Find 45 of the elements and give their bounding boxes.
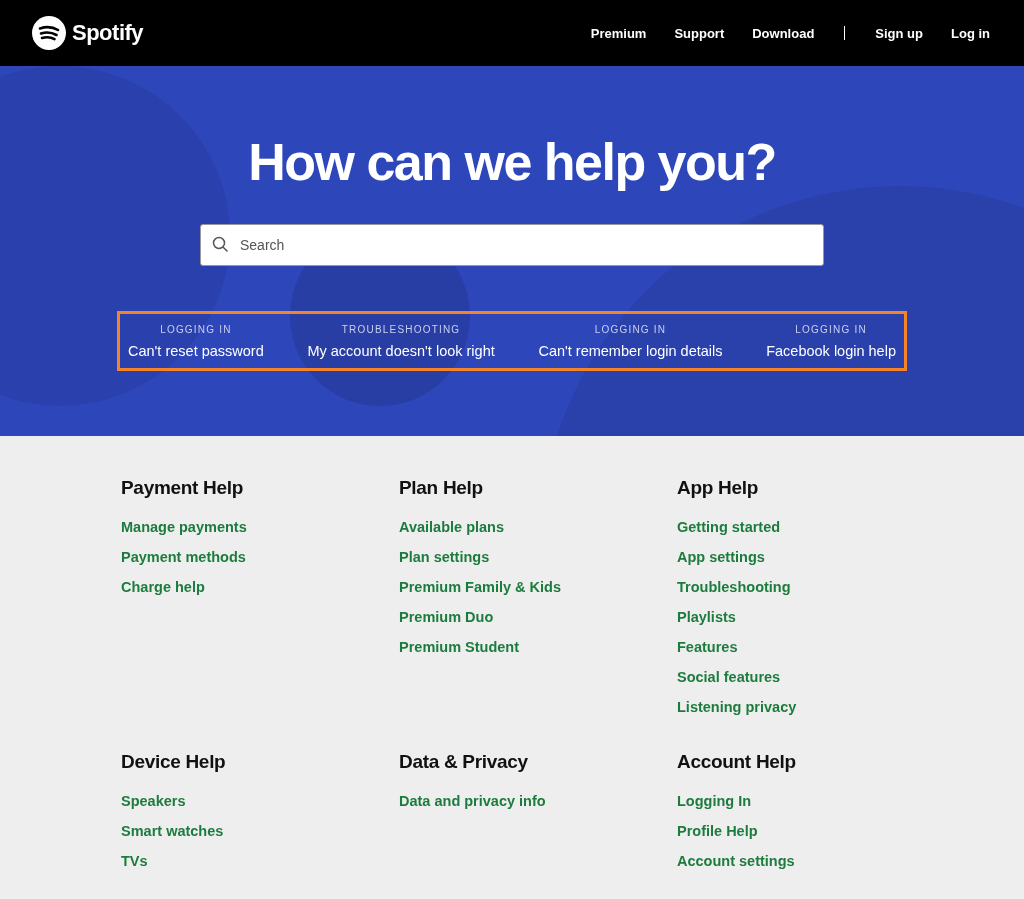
topic-category: TROUBLESHOOTING <box>341 323 461 335</box>
topic-category: LOGGING IN <box>594 323 667 335</box>
nav-link[interactable]: Support <box>674 25 725 41</box>
help-link[interactable]: Playlists <box>677 608 955 626</box>
topic-category: LOGGING IN <box>795 323 867 335</box>
account-link[interactable]: Log in <box>951 25 990 41</box>
help-link[interactable]: Listening privacy <box>677 698 955 716</box>
help-link[interactable]: Plan settings <box>399 548 677 566</box>
help-link[interactable]: Account settings <box>677 852 955 870</box>
topic-category: LOGGING IN <box>160 323 232 335</box>
section-heading: Device Help <box>121 750 227 774</box>
section-heading: Plan Help <box>399 476 484 500</box>
help-link[interactable]: App settings <box>677 548 955 566</box>
search-field[interactable]: Search <box>200 224 824 266</box>
help-link[interactable]: Premium Family & Kids <box>399 578 677 596</box>
help-link[interactable]: Logging In <box>677 792 955 810</box>
help-link[interactable]: Charge help <box>121 578 399 596</box>
help-link[interactable]: Manage payments <box>121 518 399 536</box>
section-heading: Payment Help <box>121 476 245 500</box>
topic-link[interactable]: Facebook login help <box>766 342 896 359</box>
help-link[interactable]: Smart watches <box>121 822 399 840</box>
help-link[interactable]: Getting started <box>677 518 955 536</box>
section-heading: Data & Privacy <box>399 750 529 774</box>
help-link[interactable]: Social features <box>677 668 955 686</box>
help-link[interactable]: Premium Duo <box>399 608 677 626</box>
nav-link[interactable]: Download <box>752 25 815 41</box>
topic-link[interactable]: Can't reset password <box>128 342 264 359</box>
help-link[interactable]: Troubleshooting <box>677 578 955 596</box>
help-link[interactable]: Profile Help <box>677 822 955 840</box>
help-link[interactable]: Features <box>677 638 955 656</box>
logo-icon[interactable] <box>32 16 66 50</box>
topic-link[interactable]: Can't remember login details <box>538 342 723 359</box>
page-title: How can we help you? <box>248 132 776 192</box>
help-link[interactable]: Premium Student <box>399 638 677 656</box>
help-link[interactable]: Data and privacy info <box>399 792 677 810</box>
topic-link[interactable]: My account doesn't look right <box>307 342 495 359</box>
brand-name: Spotify <box>72 20 144 46</box>
nav-link[interactable]: Premium <box>590 25 647 41</box>
section-heading: Account Help <box>677 750 797 774</box>
section-heading: App Help <box>677 476 759 500</box>
help-link[interactable]: Payment methods <box>121 548 399 566</box>
help-link[interactable]: TVs <box>121 852 399 870</box>
help-link[interactable]: Speakers <box>121 792 399 810</box>
account-link[interactable]: Sign up <box>875 25 923 41</box>
help-link[interactable]: Available plans <box>399 518 677 536</box>
